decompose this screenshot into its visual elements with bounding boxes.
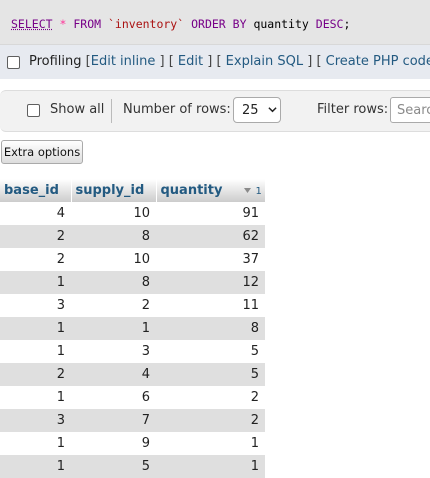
table-cell-quantity[interactable]: 91 bbox=[156, 202, 265, 225]
table-cell-supply-id[interactable]: 9 bbox=[71, 432, 156, 455]
edit-link[interactable]: Edit bbox=[178, 54, 203, 69]
sql-keyword[interactable]: SELECT bbox=[11, 17, 53, 31]
filter-rows-input[interactable]: Searc bbox=[390, 97, 430, 123]
navigation-bar: Show all Number of rows: 25 Filter rows:… bbox=[0, 90, 430, 132]
table-cell-quantity[interactable]: 5 bbox=[156, 363, 265, 386]
profiling-bar: Profiling [Edit inline ] [ Edit ] [ Expl… bbox=[0, 45, 430, 79]
table-row[interactable]: 3 2 11 bbox=[0, 294, 265, 317]
table-cell-base-id[interactable]: 1 bbox=[0, 317, 71, 340]
profiling-label: Profiling bbox=[29, 54, 82, 69]
table-row[interactable]: 151 bbox=[0, 455, 265, 478]
table-cell-supply-id[interactable]: 6 bbox=[71, 386, 156, 409]
show-all-checkbox[interactable] bbox=[27, 104, 40, 117]
table-cell-quantity[interactable]: 2 bbox=[156, 386, 265, 409]
table-cell-quantity[interactable]: 37 bbox=[156, 248, 265, 271]
table-row[interactable]: 2 10 37 bbox=[0, 248, 265, 271]
column-header-label[interactable]: quantity bbox=[157, 183, 223, 198]
divider bbox=[111, 99, 112, 123]
create-php-code-link[interactable]: Create PHP code bbox=[326, 54, 430, 69]
table-cell-supply-id[interactable]: 5 bbox=[71, 455, 156, 478]
table-cell-base-id[interactable]: 1 bbox=[0, 340, 71, 363]
table-row[interactable]: 135 bbox=[0, 340, 265, 363]
column-header-supply-id[interactable]: supply_id bbox=[71, 179, 157, 202]
filter-rows-label: Filter rows: bbox=[317, 102, 389, 117]
profiling-checkbox[interactable] bbox=[7, 56, 20, 69]
table-cell-base-id[interactable]: 2 bbox=[0, 225, 71, 248]
table-row[interactable]: 162 bbox=[0, 386, 265, 409]
table-row[interactable]: 191 bbox=[0, 432, 265, 455]
explain-sql-link[interactable]: Explain SQL bbox=[226, 54, 303, 69]
chevron-down-icon bbox=[268, 107, 277, 113]
table-cell-quantity[interactable]: 1 bbox=[156, 455, 265, 478]
results-table: base_id supply_id quantity 1 4 10 91 2 8 62 2 10… bbox=[0, 179, 266, 478]
table-cell-quantity[interactable]: 5 bbox=[156, 340, 265, 363]
sql-keyword: FROM bbox=[73, 17, 102, 31]
table-cell-quantity[interactable]: 2 bbox=[156, 409, 265, 432]
table-cell-base-id[interactable]: 2 bbox=[0, 363, 71, 386]
rows-per-page-value: 25 bbox=[242, 103, 259, 118]
table-cell-quantity[interactable]: 12 bbox=[156, 271, 265, 294]
table-cell-supply-id[interactable]: 7 bbox=[71, 409, 156, 432]
column-header-label[interactable]: supply_id bbox=[72, 183, 145, 198]
table-cell-base-id[interactable]: 3 bbox=[0, 409, 71, 432]
table-cell-base-id[interactable]: 1 bbox=[0, 455, 71, 478]
table-row[interactable]: 4 10 91 bbox=[0, 202, 265, 225]
rows-per-page-select[interactable]: 25 bbox=[233, 97, 281, 123]
column-header-label[interactable]: base_id bbox=[0, 183, 59, 198]
sql-keyword: ORDER BY bbox=[191, 17, 247, 31]
table-cell-quantity[interactable]: 11 bbox=[156, 294, 265, 317]
table-cell-supply-id[interactable]: 8 bbox=[71, 225, 156, 248]
table-cell-supply-id[interactable]: 10 bbox=[71, 248, 156, 271]
table-cell-supply-id[interactable]: 1 bbox=[71, 317, 156, 340]
sql-column-name: quantity bbox=[253, 17, 309, 31]
table-cell-quantity[interactable]: 8 bbox=[156, 317, 265, 340]
sort-descending-icon[interactable] bbox=[244, 188, 252, 193]
table-cell-quantity[interactable]: 62 bbox=[156, 225, 265, 248]
table-cell-base-id[interactable]: 3 bbox=[0, 294, 71, 317]
table-cell-supply-id[interactable]: 10 bbox=[71, 202, 156, 225]
extra-options-button[interactable]: Extra options bbox=[1, 140, 83, 164]
rows-label: Number of rows: bbox=[123, 102, 231, 117]
table-cell-supply-id[interactable]: 2 bbox=[71, 294, 156, 317]
sql-keyword: DESC bbox=[315, 17, 344, 31]
table-row[interactable]: 245 bbox=[0, 363, 265, 386]
show-all-label[interactable]: Show all bbox=[50, 102, 104, 117]
sql-operator: * bbox=[59, 17, 67, 31]
table-cell-supply-id[interactable]: 8 bbox=[71, 271, 156, 294]
sql-query: SELECT * FROM `inventory` ORDER BY quant… bbox=[11, 17, 350, 31]
table-cell-base-id[interactable]: 2 bbox=[0, 248, 71, 271]
table-cell-base-id[interactable]: 1 bbox=[0, 386, 71, 409]
table-cell-base-id[interactable]: 1 bbox=[0, 432, 71, 455]
table-row[interactable]: 372 bbox=[0, 409, 265, 432]
table-cell-base-id[interactable]: 4 bbox=[0, 202, 71, 225]
table-cell-base-id[interactable]: 1 bbox=[0, 271, 71, 294]
sql-terminator: ; bbox=[343, 17, 351, 31]
table-row[interactable]: 118 bbox=[0, 317, 265, 340]
sql-table-name: `inventory` bbox=[108, 17, 185, 31]
sort-order-number: 1 bbox=[255, 186, 262, 197]
table-row[interactable]: 2 8 62 bbox=[0, 225, 265, 248]
column-header-quantity[interactable]: quantity 1 bbox=[156, 179, 266, 202]
table-cell-quantity[interactable]: 1 bbox=[156, 432, 265, 455]
table-row[interactable]: 1 8 12 bbox=[0, 271, 265, 294]
column-header-base-id[interactable]: base_id bbox=[0, 179, 72, 202]
table-header-row: base_id supply_id quantity 1 bbox=[0, 179, 266, 202]
table-cell-supply-id[interactable]: 4 bbox=[71, 363, 156, 386]
filter-rows-placeholder: Searc bbox=[397, 103, 430, 118]
sql-query-bar: SELECT * FROM `inventory` ORDER BY quant… bbox=[0, 0, 430, 45]
edit-inline-link[interactable]: Edit inline bbox=[91, 54, 156, 69]
table-cell-supply-id[interactable]: 3 bbox=[71, 340, 156, 363]
